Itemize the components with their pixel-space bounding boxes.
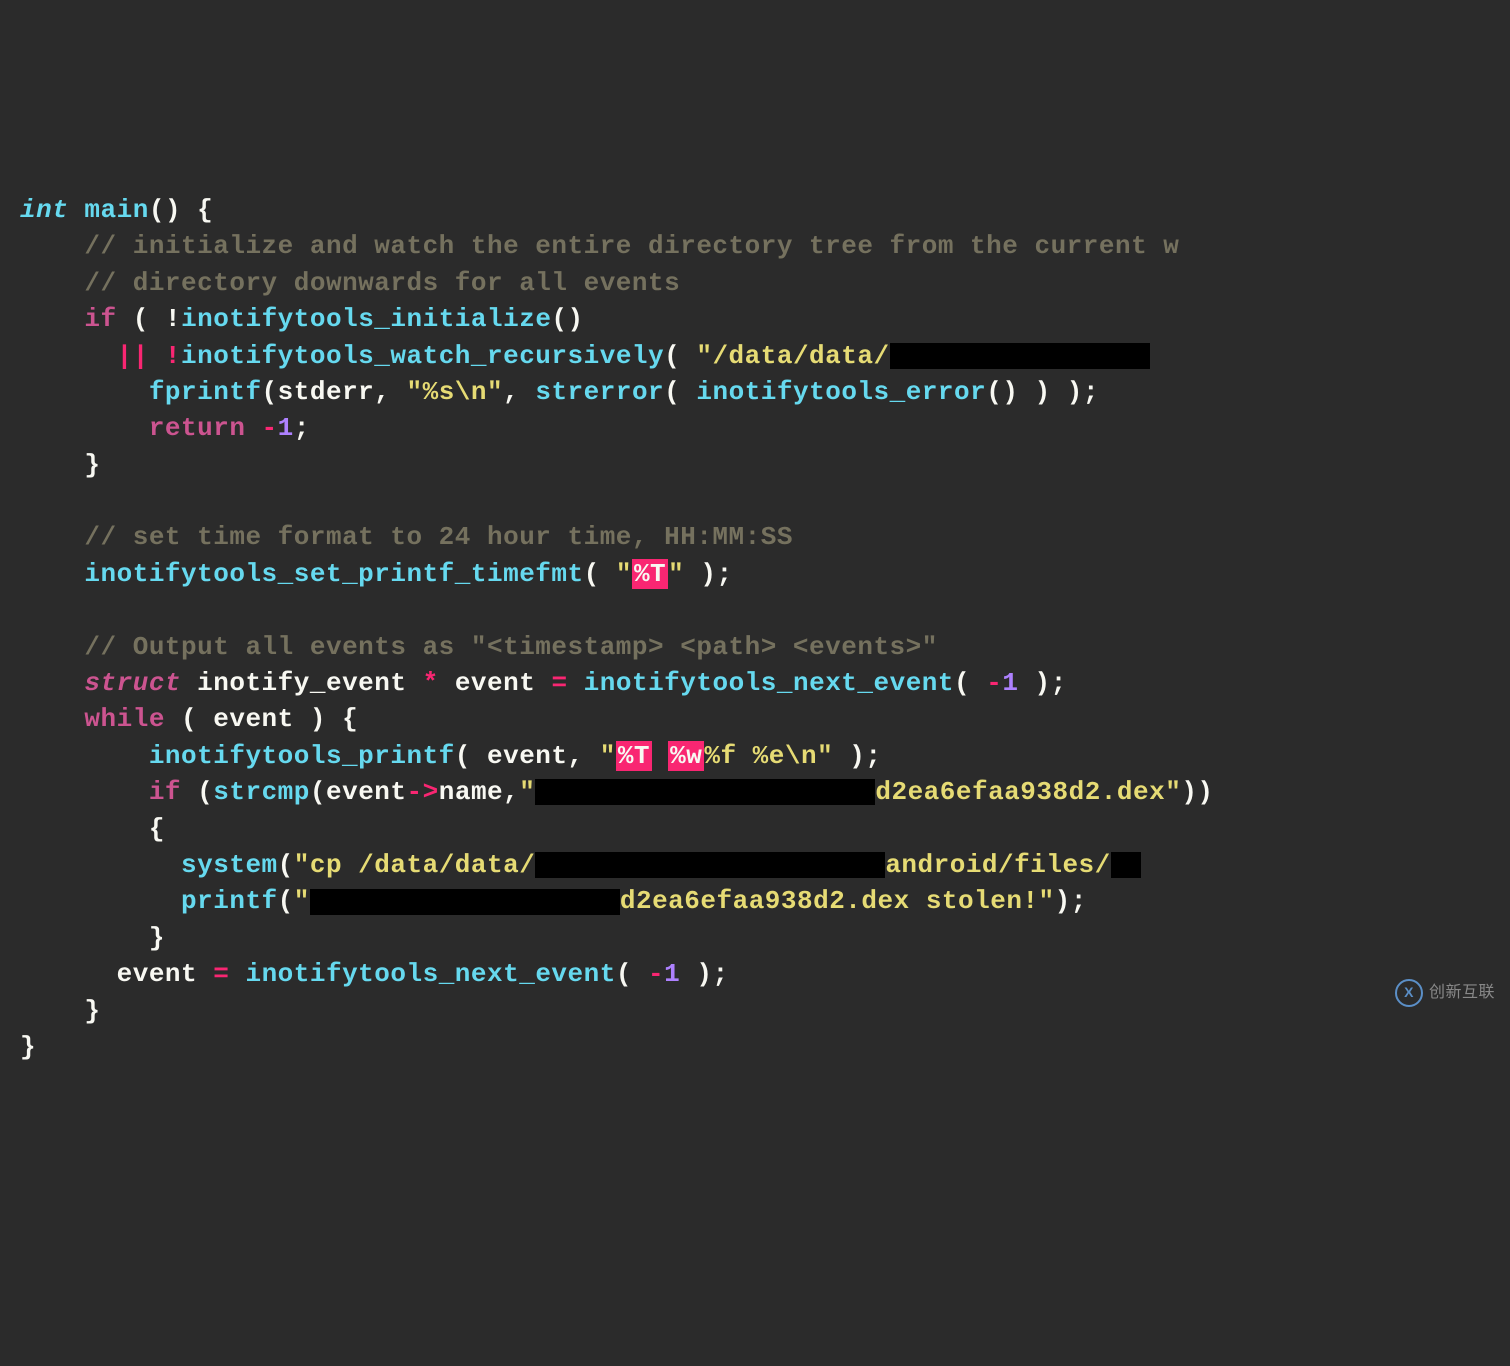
comment: // set time format to 24 hour time, HH:M…	[84, 522, 793, 552]
string-literal: "%s\n"	[407, 377, 504, 407]
parens: ()	[149, 195, 181, 225]
end: );	[1018, 668, 1066, 698]
operator: -	[986, 668, 1002, 698]
semicolon: ;	[294, 413, 310, 443]
operator: -	[245, 413, 277, 443]
brace: }	[149, 923, 165, 953]
comma: ,	[503, 377, 535, 407]
watermark-text: 创新互联	[1429, 982, 1495, 1004]
end: );	[680, 959, 728, 989]
identifier: stderr	[278, 377, 375, 407]
watermark: X 创新互联	[1395, 979, 1495, 1007]
string-quote: "	[519, 777, 535, 807]
function-name: main	[84, 195, 148, 225]
paren: (event	[310, 777, 407, 807]
keyword-if: if	[84, 304, 116, 334]
brace: {	[181, 195, 213, 225]
function-call: strerror	[535, 377, 664, 407]
function-call: system	[181, 850, 278, 880]
parens: ()	[551, 304, 583, 334]
paren: (	[278, 850, 294, 880]
identifier: name,	[439, 777, 520, 807]
string-literal: "/data/data/	[696, 341, 889, 371]
paren-block: ( event ) {	[165, 704, 358, 734]
operator: ( !	[117, 304, 181, 334]
keyword-struct: struct	[84, 668, 181, 698]
type-name: inotify_event	[181, 668, 423, 698]
brace: }	[84, 996, 100, 1026]
format-specifier: %T	[632, 559, 668, 589]
function-call: inotifytools_printf	[149, 741, 455, 771]
function-call: inotifytools_initialize	[181, 304, 551, 334]
parens: ()	[986, 377, 1018, 407]
keyword-return: return	[149, 413, 246, 443]
function-call: inotifytools_error	[696, 377, 986, 407]
string-literal: d2ea6efaa938d2.dex"	[875, 777, 1181, 807]
end: );	[684, 559, 732, 589]
brace: }	[20, 1032, 36, 1062]
number: 1	[1002, 668, 1018, 698]
string-space	[652, 741, 668, 771]
redacted-mask	[890, 343, 1150, 369]
comment: // directory downwards for all events	[84, 268, 680, 298]
code-editor[interactable]: int main() { // initialize and watch the…	[20, 156, 1490, 1102]
paren: (	[278, 886, 294, 916]
string-literal: d2ea6efaa938d2.dex stolen!"	[620, 886, 1055, 916]
operator: *	[423, 668, 455, 698]
redacted-mask	[535, 779, 875, 805]
string-quote: "	[294, 886, 310, 916]
redacted-mask	[535, 852, 885, 878]
variable: event	[455, 668, 552, 698]
paren: (	[262, 377, 278, 407]
string-quote: "	[616, 559, 632, 589]
watermark-logo-icon: X	[1395, 979, 1423, 1007]
end: );	[1055, 886, 1087, 916]
brace: {	[149, 814, 165, 844]
paren: ( event,	[455, 741, 600, 771]
variable: event	[117, 959, 214, 989]
redacted-mask	[1111, 852, 1141, 878]
paren: (	[181, 777, 213, 807]
keyword-while: while	[84, 704, 165, 734]
paren: (	[664, 377, 696, 407]
function-call: fprintf	[149, 377, 262, 407]
end: );	[833, 741, 881, 771]
comment: // Output all events as "<timestamp> <pa…	[84, 632, 937, 662]
operator: || !	[117, 341, 181, 371]
function-call: printf	[181, 886, 278, 916]
type-keyword: int	[20, 195, 68, 225]
format-specifier: %T	[616, 741, 652, 771]
function-call: inotifytools_set_printf_timefmt	[84, 559, 583, 589]
string-literal: %f %e\n"	[704, 741, 833, 771]
number: 1	[278, 413, 294, 443]
operator: ->	[407, 777, 439, 807]
string-quote: "	[600, 741, 616, 771]
paren: (	[954, 668, 986, 698]
function-call: inotifytools_next_event	[584, 668, 954, 698]
keyword-if: if	[149, 777, 181, 807]
brace: }	[84, 450, 100, 480]
number: 1	[664, 959, 680, 989]
paren: (	[616, 959, 648, 989]
operator: =	[213, 959, 245, 989]
string-literal: android/files/	[885, 850, 1110, 880]
comma: ,	[374, 377, 406, 407]
paren: (	[584, 559, 616, 589]
function-call: inotifytools_next_event	[245, 959, 615, 989]
string-quote: "	[668, 559, 684, 589]
function-call: inotifytools_watch_recursively	[181, 341, 664, 371]
string-literal: "cp /data/data/	[294, 850, 536, 880]
end: ) );	[1018, 377, 1099, 407]
operator: -	[648, 959, 664, 989]
comment: // initialize and watch the entire direc…	[84, 231, 1179, 261]
paren: (	[664, 341, 696, 371]
code-block: int main() { // initialize and watch the…	[20, 192, 1490, 1065]
redacted-mask	[310, 889, 620, 915]
operator: =	[551, 668, 583, 698]
function-call: strcmp	[213, 777, 310, 807]
format-specifier: %w	[668, 741, 704, 771]
end: ))	[1181, 777, 1213, 807]
